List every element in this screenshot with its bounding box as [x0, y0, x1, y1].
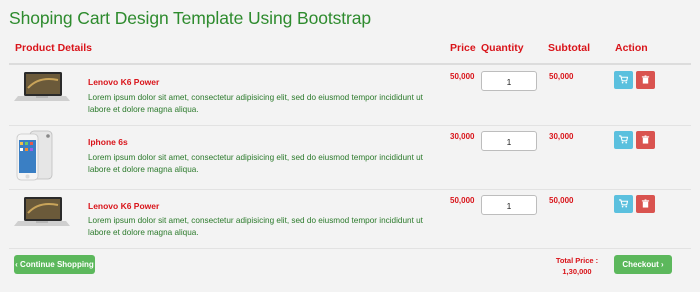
- cart-icon: [619, 75, 628, 84]
- product-subtotal: 30,000: [549, 132, 574, 141]
- page-title: Shoping Cart Design Template Using Boots…: [9, 8, 372, 28]
- product-subtotal: 50,000: [549, 72, 574, 81]
- trash-icon: [641, 135, 650, 144]
- delete-item-button[interactable]: [636, 195, 655, 213]
- product-price: 50,000: [450, 72, 475, 81]
- quantity-input[interactable]: 1: [481, 131, 537, 151]
- header-quantity: Quantity: [481, 42, 524, 54]
- trash-icon: [641, 199, 650, 208]
- product-name[interactable]: Iphone 6s: [88, 137, 128, 147]
- laptop-image: [14, 70, 70, 122]
- cart-icon: [619, 199, 628, 208]
- product-description: Lorem ipsum dolor sit amet, consectetur …: [88, 153, 423, 174]
- delete-item-button[interactable]: [636, 131, 655, 149]
- product-name[interactable]: Lenovo K6 Power: [88, 201, 159, 211]
- row-divider: [9, 125, 691, 126]
- cart-icon: [619, 135, 628, 144]
- row-divider: [9, 189, 691, 190]
- header-action: Action: [615, 42, 648, 54]
- header-price: Price: [450, 42, 476, 54]
- quantity-input[interactable]: 1: [481, 71, 537, 91]
- product-subtotal: 50,000: [549, 196, 574, 205]
- product-price: 50,000: [450, 196, 475, 205]
- row-divider: [9, 248, 691, 249]
- product-name[interactable]: Lenovo K6 Power: [88, 77, 159, 87]
- checkout-button[interactable]: Checkout ›: [614, 255, 672, 274]
- laptop-image: [14, 195, 70, 247]
- trash-icon: [641, 75, 650, 84]
- update-cart-button[interactable]: [614, 131, 633, 149]
- header-divider: [9, 63, 691, 65]
- product-price: 30,000: [450, 132, 475, 141]
- total-price: Total Price : 1,30,000: [547, 255, 607, 277]
- header-subtotal: Subtotal: [548, 42, 590, 54]
- total-price-value: 1,30,000: [562, 267, 592, 276]
- update-cart-button[interactable]: [614, 71, 633, 89]
- product-description: Lorem ipsum dolor sit amet, consectetur …: [88, 93, 423, 114]
- header-product: Product Details: [15, 42, 93, 54]
- product-description: Lorem ipsum dolor sit amet, consectetur …: [88, 216, 423, 237]
- update-cart-button[interactable]: [614, 195, 633, 213]
- phone-image: [14, 130, 70, 184]
- total-price-label: Total Price :: [555, 256, 599, 265]
- delete-item-button[interactable]: [636, 71, 655, 89]
- continue-shopping-button[interactable]: ‹ Continue Shopping: [14, 255, 95, 274]
- quantity-input[interactable]: 1: [481, 195, 537, 215]
